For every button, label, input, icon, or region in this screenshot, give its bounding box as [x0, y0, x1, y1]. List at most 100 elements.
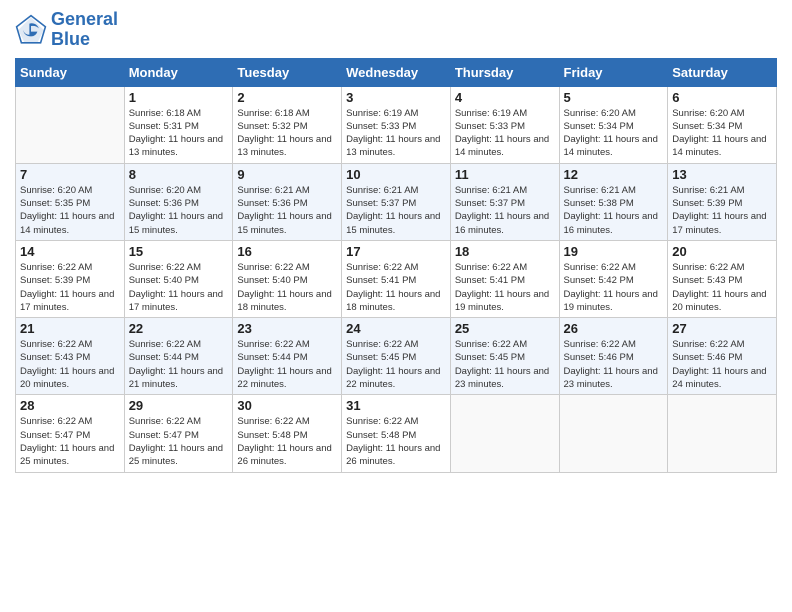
day-info: Sunrise: 6:20 AM Sunset: 5:36 PM Dayligh…: [129, 184, 229, 237]
calendar-cell: 18 Sunrise: 6:22 AM Sunset: 5:41 PM Dayli…: [450, 240, 559, 317]
calendar-cell: 15 Sunrise: 6:22 AM Sunset: 5:40 PM Dayli…: [124, 240, 233, 317]
calendar-cell: [16, 86, 125, 163]
day-info: Sunrise: 6:22 AM Sunset: 5:39 PM Dayligh…: [20, 261, 120, 314]
day-number: 25: [455, 321, 555, 336]
logo: General Blue: [15, 10, 118, 50]
calendar-header-sunday: Sunday: [16, 58, 125, 86]
calendar-cell: 27 Sunrise: 6:22 AM Sunset: 5:46 PM Dayli…: [668, 318, 777, 395]
calendar-cell: 31 Sunrise: 6:22 AM Sunset: 5:48 PM Dayli…: [342, 395, 451, 472]
day-info: Sunrise: 6:22 AM Sunset: 5:47 PM Dayligh…: [20, 415, 120, 468]
calendar-cell: 7 Sunrise: 6:20 AM Sunset: 5:35 PM Daylig…: [16, 163, 125, 240]
calendar-cell: 13 Sunrise: 6:21 AM Sunset: 5:39 PM Dayli…: [668, 163, 777, 240]
day-info: Sunrise: 6:20 AM Sunset: 5:34 PM Dayligh…: [564, 107, 664, 160]
day-info: Sunrise: 6:20 AM Sunset: 5:35 PM Dayligh…: [20, 184, 120, 237]
calendar-cell: 6Sunrise: 6:20 AM Sunset: 5:34 PM Daylig…: [668, 86, 777, 163]
calendar-cell: 10 Sunrise: 6:21 AM Sunset: 5:37 PM Dayli…: [342, 163, 451, 240]
day-number: 22: [129, 321, 229, 336]
day-info: Sunrise: 6:22 AM Sunset: 5:46 PM Dayligh…: [564, 338, 664, 391]
day-info: Sunrise: 6:19 AM Sunset: 5:33 PM Dayligh…: [455, 107, 555, 160]
logo-text: General Blue: [51, 10, 118, 50]
day-info: Sunrise: 6:22 AM Sunset: 5:48 PM Dayligh…: [237, 415, 337, 468]
calendar-week-row: 1 Sunrise: 6:18 AM Sunset: 5:31 PM Daylig…: [16, 86, 777, 163]
calendar-week-row: 21 Sunrise: 6:22 AM Sunset: 5:43 PM Dayli…: [16, 318, 777, 395]
logo-icon: [15, 14, 47, 46]
calendar-cell: 23 Sunrise: 6:22 AM Sunset: 5:44 PM Dayli…: [233, 318, 342, 395]
day-info: Sunrise: 6:22 AM Sunset: 5:41 PM Dayligh…: [455, 261, 555, 314]
day-number: 5: [564, 90, 664, 105]
day-number: 3: [346, 90, 446, 105]
calendar-header-saturday: Saturday: [668, 58, 777, 86]
day-number: 1: [129, 90, 229, 105]
calendar-cell: 5 Sunrise: 6:20 AM Sunset: 5:34 PM Daylig…: [559, 86, 668, 163]
calendar-cell: 16Sunrise: 6:22 AM Sunset: 5:40 PM Dayli…: [233, 240, 342, 317]
day-info: Sunrise: 6:22 AM Sunset: 5:42 PM Dayligh…: [564, 261, 664, 314]
day-info: Sunrise: 6:21 AM Sunset: 5:36 PM Dayligh…: [237, 184, 337, 237]
day-number: 19: [564, 244, 664, 259]
calendar-cell: 8 Sunrise: 6:20 AM Sunset: 5:36 PM Daylig…: [124, 163, 233, 240]
day-info: Sunrise: 6:22 AM Sunset: 5:46 PM Dayligh…: [672, 338, 772, 391]
day-number: 23: [237, 321, 337, 336]
calendar-header-row: SundayMondayTuesdayWednesdayThursdayFrid…: [16, 58, 777, 86]
day-number: 11: [455, 167, 555, 182]
calendar-header-monday: Monday: [124, 58, 233, 86]
calendar-cell: 20 Sunrise: 6:22 AM Sunset: 5:43 PM Dayli…: [668, 240, 777, 317]
calendar-cell: 3Sunrise: 6:19 AM Sunset: 5:33 PM Daylig…: [342, 86, 451, 163]
day-number: 9: [237, 167, 337, 182]
day-info: Sunrise: 6:21 AM Sunset: 5:37 PM Dayligh…: [346, 184, 446, 237]
calendar-cell: 14 Sunrise: 6:22 AM Sunset: 5:39 PM Dayli…: [16, 240, 125, 317]
day-info: Sunrise: 6:22 AM Sunset: 5:47 PM Dayligh…: [129, 415, 229, 468]
calendar-cell: 19 Sunrise: 6:22 AM Sunset: 5:42 PM Dayli…: [559, 240, 668, 317]
day-number: 6: [672, 90, 772, 105]
day-info: Sunrise: 6:22 AM Sunset: 5:43 PM Dayligh…: [672, 261, 772, 314]
calendar-header-thursday: Thursday: [450, 58, 559, 86]
day-number: 15: [129, 244, 229, 259]
day-number: 26: [564, 321, 664, 336]
day-number: 17: [346, 244, 446, 259]
day-info: Sunrise: 6:21 AM Sunset: 5:38 PM Dayligh…: [564, 184, 664, 237]
day-number: 16: [237, 244, 337, 259]
calendar-header-friday: Friday: [559, 58, 668, 86]
day-info: Sunrise: 6:22 AM Sunset: 5:48 PM Dayligh…: [346, 415, 446, 468]
day-info: Sunrise: 6:22 AM Sunset: 5:40 PM Dayligh…: [129, 261, 229, 314]
day-info: Sunrise: 6:21 AM Sunset: 5:37 PM Dayligh…: [455, 184, 555, 237]
calendar-cell: 26 Sunrise: 6:22 AM Sunset: 5:46 PM Dayli…: [559, 318, 668, 395]
day-number: 28: [20, 398, 120, 413]
day-info: Sunrise: 6:18 AM Sunset: 5:32 PM Dayligh…: [237, 107, 337, 160]
day-info: Sunrise: 6:22 AM Sunset: 5:45 PM Dayligh…: [346, 338, 446, 391]
day-number: 18: [455, 244, 555, 259]
day-number: 27: [672, 321, 772, 336]
calendar-cell: 9 Sunrise: 6:21 AM Sunset: 5:36 PM Daylig…: [233, 163, 342, 240]
day-number: 20: [672, 244, 772, 259]
day-number: 2: [237, 90, 337, 105]
day-number: 12: [564, 167, 664, 182]
calendar-cell: 22 Sunrise: 6:22 AM Sunset: 5:44 PM Dayli…: [124, 318, 233, 395]
day-number: 4: [455, 90, 555, 105]
day-number: 7: [20, 167, 120, 182]
day-number: 13: [672, 167, 772, 182]
calendar-cell: 30 Sunrise: 6:22 AM Sunset: 5:48 PM Dayli…: [233, 395, 342, 472]
calendar-header-wednesday: Wednesday: [342, 58, 451, 86]
calendar-cell: 24Sunrise: 6:22 AM Sunset: 5:45 PM Dayli…: [342, 318, 451, 395]
day-number: 21: [20, 321, 120, 336]
calendar-cell: [559, 395, 668, 472]
calendar-week-row: 7 Sunrise: 6:20 AM Sunset: 5:35 PM Daylig…: [16, 163, 777, 240]
day-number: 31: [346, 398, 446, 413]
day-number: 29: [129, 398, 229, 413]
day-info: Sunrise: 6:22 AM Sunset: 5:44 PM Dayligh…: [237, 338, 337, 391]
day-info: Sunrise: 6:22 AM Sunset: 5:41 PM Dayligh…: [346, 261, 446, 314]
calendar-cell: [668, 395, 777, 472]
page-header: General Blue: [15, 10, 777, 50]
calendar-table: SundayMondayTuesdayWednesdayThursdayFrid…: [15, 58, 777, 473]
day-info: Sunrise: 6:22 AM Sunset: 5:44 PM Dayligh…: [129, 338, 229, 391]
day-info: Sunrise: 6:18 AM Sunset: 5:31 PM Dayligh…: [129, 107, 229, 160]
day-info: Sunrise: 6:21 AM Sunset: 5:39 PM Dayligh…: [672, 184, 772, 237]
day-info: Sunrise: 6:22 AM Sunset: 5:43 PM Dayligh…: [20, 338, 120, 391]
day-number: 14: [20, 244, 120, 259]
day-number: 8: [129, 167, 229, 182]
calendar-cell: 29 Sunrise: 6:22 AM Sunset: 5:47 PM Dayli…: [124, 395, 233, 472]
day-number: 30: [237, 398, 337, 413]
calendar-cell: 17 Sunrise: 6:22 AM Sunset: 5:41 PM Dayli…: [342, 240, 451, 317]
calendar-week-row: 28 Sunrise: 6:22 AM Sunset: 5:47 PM Dayli…: [16, 395, 777, 472]
calendar-cell: 11 Sunrise: 6:21 AM Sunset: 5:37 PM Dayli…: [450, 163, 559, 240]
day-number: 10: [346, 167, 446, 182]
